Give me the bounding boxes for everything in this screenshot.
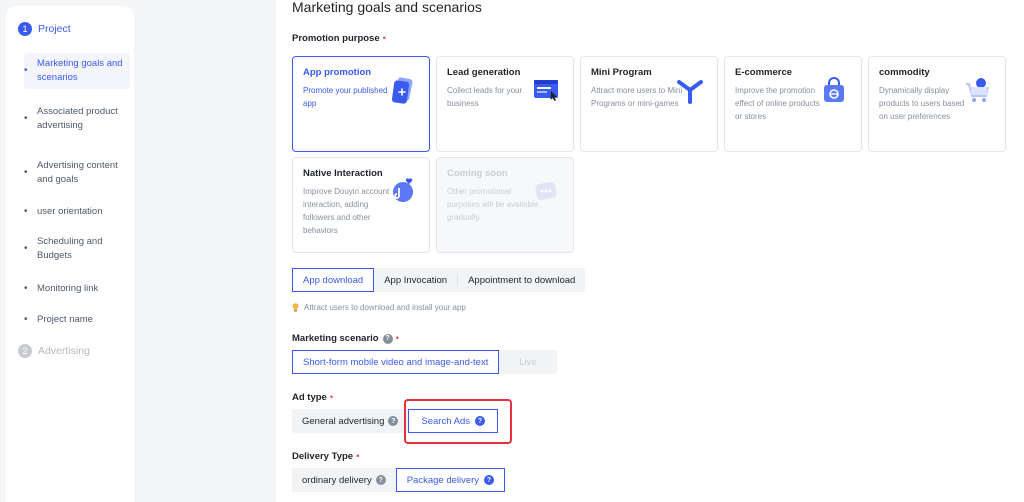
sidebar-item-scheduling[interactable]: • Scheduling and Budgets <box>24 234 130 264</box>
sub-goal-hint: Attract users to download and install yo… <box>292 303 466 312</box>
bullet: • <box>24 112 28 124</box>
form-window-icon <box>534 80 558 101</box>
main-panel: Marketing goals and scenarios Promotion … <box>276 0 1024 502</box>
option-short-video[interactable]: Short-form mobile video and image-and-te… <box>292 350 500 374</box>
option-live: Live <box>519 356 537 368</box>
bullet: • <box>24 282 28 294</box>
step-number: 1 <box>18 22 32 36</box>
option-ordinary-delivery[interactable]: ordinary delivery ? <box>292 468 396 492</box>
card-description: Other promotional purposes will be avail… <box>447 187 539 222</box>
bullet: • <box>24 313 28 325</box>
sidebar-item-project-name[interactable]: • Project name <box>24 312 130 328</box>
sidebar-item-label: Monitoring link <box>37 282 99 294</box>
card-description: Promote your published app <box>303 86 388 108</box>
shopping-cart-icon <box>966 78 989 102</box>
sidebar-item-advertising-content[interactable]: • Advertising content and goals <box>24 158 130 188</box>
step-project[interactable]: 1 Project <box>18 22 71 36</box>
card-e-commerce[interactable]: E-commerce Improve the promotion effect … <box>724 56 862 152</box>
app-sub-goal-selector: App download App Invocation Appointment … <box>292 268 586 292</box>
sidebar-item-label: user orientation <box>37 205 103 217</box>
card-app-promotion[interactable]: App promotion Promote your published app <box>292 56 430 152</box>
card-coming-soon: Coming soon Other promotional purposes w… <box>436 157 574 253</box>
bullet: • <box>24 64 28 76</box>
shopping-bag-icon <box>824 77 844 102</box>
sidebar-item-monitoring-link[interactable]: • Monitoring link <box>24 281 130 297</box>
step-number: 2 <box>18 344 32 358</box>
card-commodity[interactable]: commodity Dynamically display products t… <box>868 56 1006 152</box>
sidebar-item-label: Marketing goals and scenarios <box>37 57 123 84</box>
option-appointment-download[interactable]: Appointment to download <box>458 268 585 292</box>
help-icon[interactable]: ? <box>375 475 386 485</box>
option-package-delivery[interactable]: Package delivery ? <box>395 468 506 492</box>
required-mark: • <box>395 333 399 344</box>
help-icon[interactable]: ? <box>382 333 393 344</box>
sidebar-item-associated-product[interactable]: • Associated product advertising <box>24 97 130 141</box>
card-description: Collect leads for your business <box>447 86 523 108</box>
delivery-type-label: Delivery Type • <box>292 451 359 462</box>
help-icon[interactable]: ? <box>484 475 495 485</box>
required-mark: • <box>329 392 334 403</box>
card-description: Improve Douyin account interaction, addi… <box>303 187 390 235</box>
promotion-purpose-label: Promotion purpose • <box>292 33 386 44</box>
sidebar: 1 Project • Marketing goals and scenario… <box>6 6 134 502</box>
marketing-scenario-selector: Short-form mobile video and image-and-te… <box>292 350 557 374</box>
option-label: General advertising <box>302 415 385 427</box>
label-text: Marketing scenario <box>292 333 379 344</box>
sidebar-item-label: Advertising content and goals <box>37 159 118 186</box>
delivery-type-selector: ordinary delivery ? Package delivery ? <box>292 468 506 492</box>
card-description: Improve the promotion effect of online p… <box>735 86 820 121</box>
more-icon <box>535 182 557 200</box>
mini-program-icon <box>677 80 703 104</box>
hint-text: Attract users to download and install yo… <box>304 303 466 312</box>
bullet: • <box>24 242 28 254</box>
sidebar-item-label: Associated product advertising <box>37 105 118 132</box>
card-description: Attract more users to Mini Programs or m… <box>591 86 683 108</box>
bullet: • <box>24 166 28 178</box>
card-description: Dynamically display products to users ba… <box>879 86 965 121</box>
required-mark: • <box>382 33 386 44</box>
help-icon[interactable]: ? <box>388 416 399 426</box>
card-native-interaction[interactable]: Native Interaction Improve Douyin accoun… <box>292 157 430 253</box>
option-app-invocation[interactable]: App Invocation <box>374 268 457 292</box>
sidebar-item-label: Project name <box>37 313 93 325</box>
lightbulb-icon <box>292 303 299 312</box>
sidebar-item-user-orientation[interactable]: • user orientation <box>24 204 130 220</box>
step-label: Project <box>38 23 71 35</box>
sidebar-item-marketing-goals[interactable]: • Marketing goals and scenarios <box>24 53 130 89</box>
option-label: Package delivery <box>406 474 480 486</box>
label-text: Promotion purpose <box>292 33 380 44</box>
heart-chat-icon <box>393 178 413 202</box>
highlight-box <box>404 399 512 444</box>
option-label: ordinary delivery <box>302 474 372 486</box>
option-app-download[interactable]: App download <box>292 268 375 292</box>
sidebar-item-label: Scheduling and Budgets <box>37 235 103 262</box>
step-advertising[interactable]: 2 Advertising <box>18 344 90 358</box>
label-text: Ad type <box>292 392 327 403</box>
card-lead-generation[interactable]: Lead generation Collect leads for your b… <box>436 56 574 152</box>
step-label: Advertising <box>38 345 90 357</box>
marketing-scenario-label: Marketing scenario ? • <box>292 333 399 344</box>
label-text: Delivery Type <box>292 451 354 462</box>
bullet: • <box>24 205 28 217</box>
page-title: Marketing goals and scenarios <box>292 0 482 15</box>
card-mini-program[interactable]: Mini Program Attract more users to Mini … <box>580 56 718 152</box>
required-mark: • <box>356 451 360 462</box>
option-general-advertising[interactable]: General advertising ? <box>292 409 408 433</box>
phone-plus-icon <box>391 77 413 104</box>
ad-type-label: Ad type • <box>292 392 333 403</box>
